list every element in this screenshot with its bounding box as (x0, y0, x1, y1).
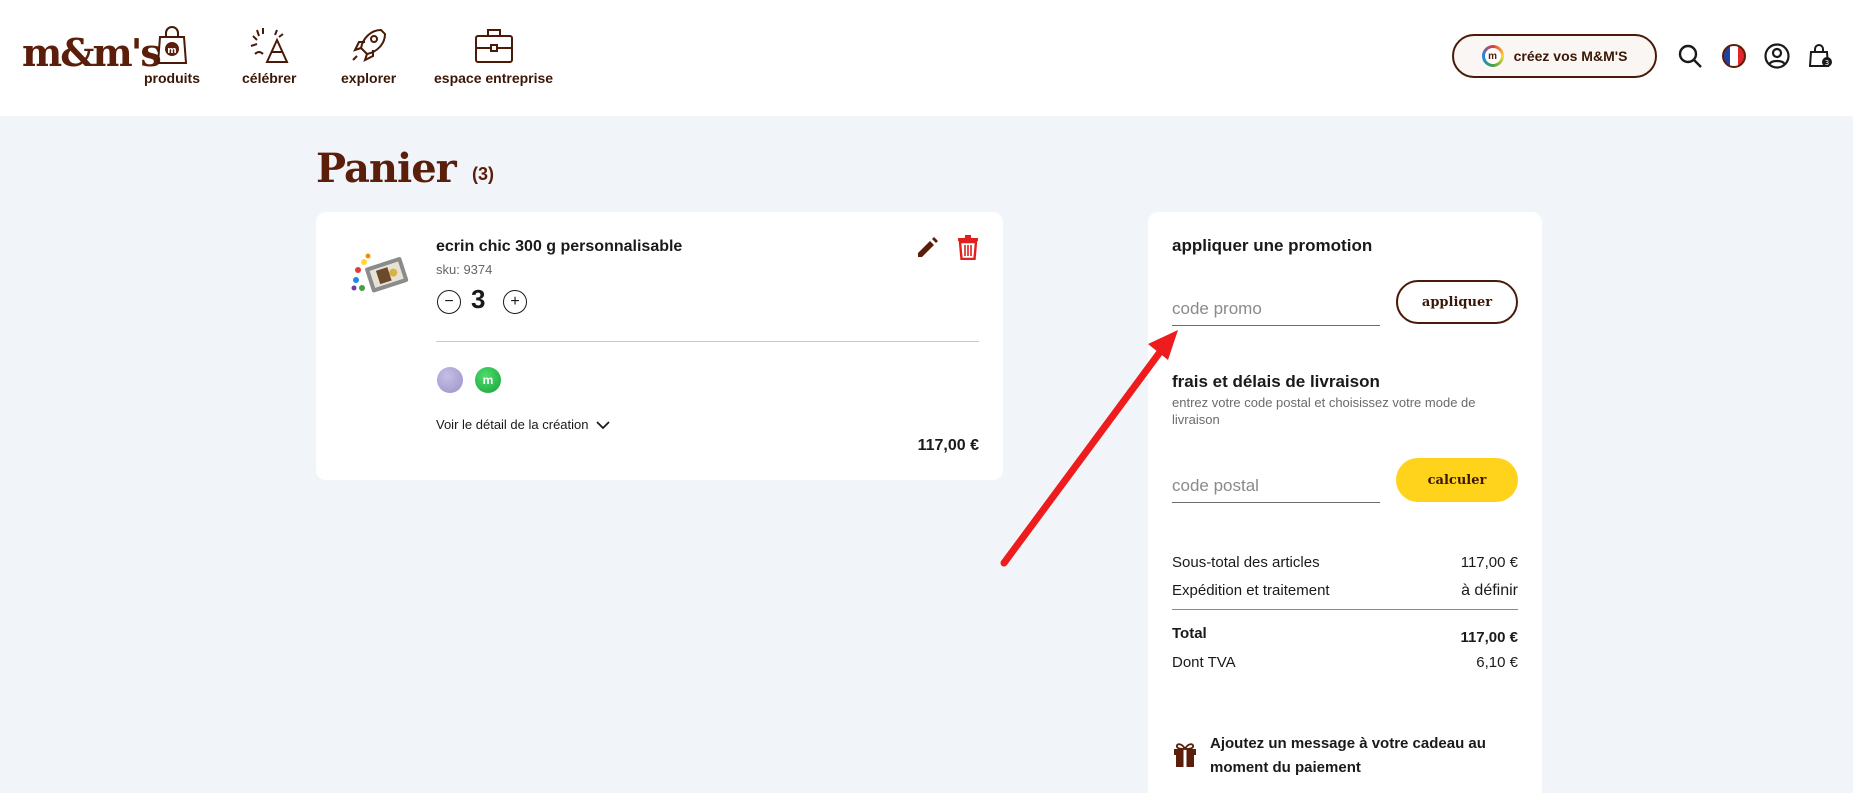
shipping-value: à définir (1461, 582, 1518, 599)
shipping-row: Expédition et traitement à définir (1172, 582, 1518, 600)
total-value: 117,00 € (1460, 629, 1518, 646)
color-swatch-lilac (437, 367, 463, 393)
item-price: 117,00 € (917, 437, 979, 454)
view-creation-detail-link[interactable]: Voir le détail de la création (436, 417, 611, 432)
minus-icon: − (444, 293, 454, 310)
site-header: m&m's m produits célébrer explorer espac… (0, 0, 1853, 116)
search-icon[interactable] (1676, 42, 1704, 70)
pencil-icon[interactable] (914, 234, 940, 260)
briefcase-icon (474, 29, 513, 63)
promo-title: appliquer une promotion (1172, 236, 1373, 255)
nav-explorer[interactable]: explorer (341, 24, 396, 86)
subtotal-row: Sous-total des articles 117,00 € (1172, 554, 1518, 571)
create-button-label: créez vos M&M'S (1513, 48, 1628, 64)
shopping-bag-icon: m (156, 26, 188, 64)
summary-divider (1172, 609, 1518, 610)
apply-promo-button[interactable]: appliquer (1396, 280, 1518, 324)
product-sku: sku: 9374 (436, 262, 493, 277)
mms-logo-icon: m (1481, 45, 1504, 67)
nav-label: produits (144, 70, 200, 86)
detail-link-label: Voir le détail de la création (436, 417, 589, 432)
rocket-icon (351, 28, 386, 62)
nav-label: espace entreprise (434, 70, 554, 86)
chevron-down-icon (596, 420, 611, 429)
product-name[interactable]: ecrin chic 300 g personnalisable (436, 238, 682, 256)
tva-row: Dont TVA 6,10 € (1172, 654, 1518, 671)
postal-code-input[interactable] (1172, 469, 1380, 503)
mms-logo[interactable]: m&m's (22, 34, 162, 72)
nav-produits[interactable]: m produits (144, 24, 200, 86)
page-title: Panier (316, 145, 457, 192)
quantity-value: 3 (471, 284, 486, 314)
shipping-title: frais et délais de livraison (1172, 372, 1380, 391)
order-summary-panel: appliquer une promotion appliquer frais … (1148, 212, 1542, 793)
svg-text:m: m (167, 46, 176, 56)
trash-icon[interactable] (956, 234, 980, 260)
promo-code-input[interactable] (1172, 292, 1380, 326)
nav-label: explorer (341, 70, 397, 86)
cart-item-card: ecrin chic 300 g personnalisable sku: 93… (316, 212, 1003, 480)
quantity-increase-button[interactable]: + (503, 290, 527, 314)
gift-icon (1174, 743, 1196, 767)
account-icon[interactable] (1763, 42, 1791, 70)
cart-count-badge: 3 (1825, 59, 1829, 67)
item-divider (436, 341, 979, 342)
gift-message-text: Ajoutez un message à votre cadeau au mom… (1210, 735, 1486, 776)
calculate-shipping-button[interactable]: calculer (1396, 458, 1518, 502)
quantity-decrease-button[interactable]: − (437, 290, 461, 314)
swatch-letter: m (482, 373, 494, 387)
logo-text: m&m's (22, 30, 162, 75)
party-popper-icon (250, 28, 289, 63)
nav-celebrer[interactable]: célébrer (242, 24, 296, 86)
subtotal-value: 117,00 € (1460, 554, 1518, 571)
plus-icon: + (510, 293, 520, 310)
product-thumbnail[interactable] (350, 248, 414, 300)
nav-label: célébrer (242, 70, 297, 86)
create-your-mms-button[interactable]: m créez vos M&M'S (1452, 34, 1657, 78)
cart-item-count: (3) (472, 164, 494, 184)
tva-value: 6,10 € (1476, 654, 1518, 671)
total-row: Total 117,00 € (1172, 625, 1518, 646)
badge-letter: m (1484, 48, 1501, 64)
shipping-label: Expédition et traitement (1172, 582, 1330, 599)
shipping-subtitle: entrez votre code postal et choisissez v… (1172, 395, 1476, 427)
nav-espace-entreprise[interactable]: espace entreprise (434, 24, 553, 86)
gift-message-note: Ajoutez un message à votre cadeau au mom… (1172, 732, 1510, 780)
tva-label: Dont TVA (1172, 654, 1236, 671)
french-flag-icon[interactable] (1720, 42, 1748, 70)
color-swatch-green: m (475, 367, 501, 393)
total-label: Total (1172, 625, 1207, 642)
subtotal-label: Sous-total des articles (1172, 554, 1320, 571)
cart-icon[interactable]: 3 (1806, 42, 1834, 70)
